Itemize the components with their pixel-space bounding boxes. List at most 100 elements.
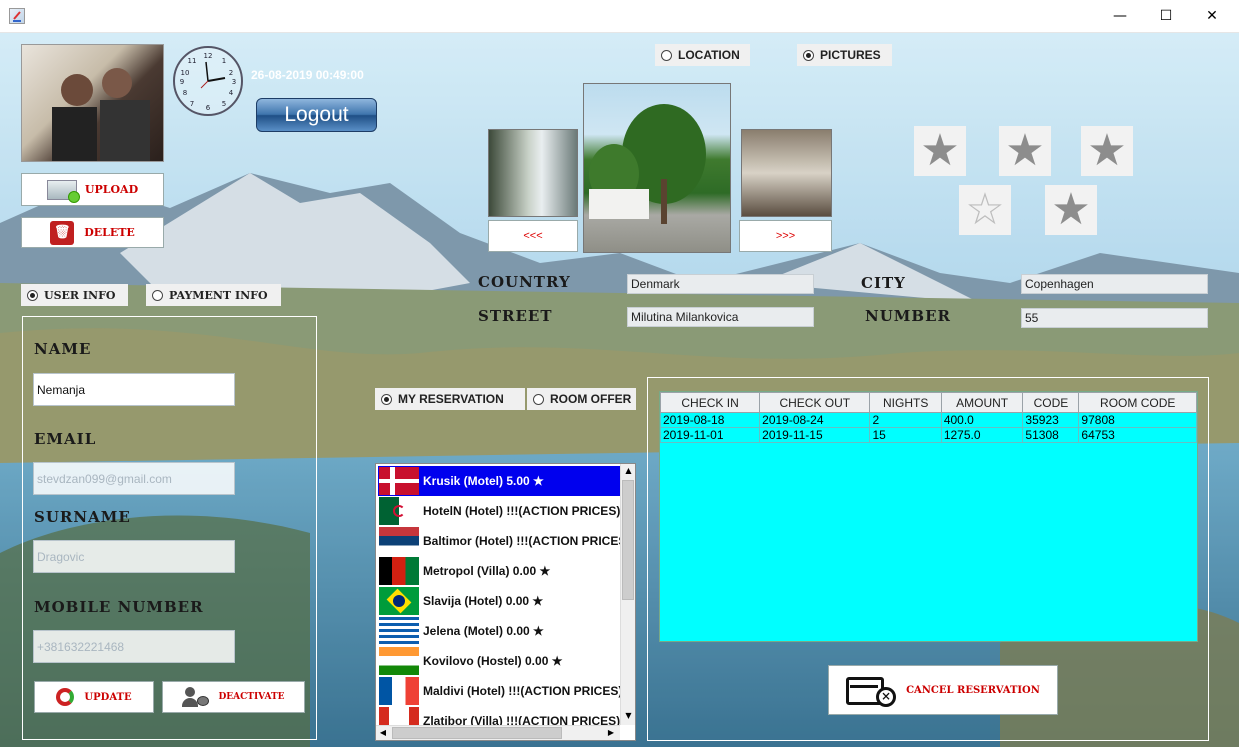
france-flag-icon — [379, 677, 419, 705]
scroll-left-arrow-icon[interactable]: ◀ — [376, 726, 390, 740]
rating-star-5-icon: ★ — [1045, 185, 1097, 235]
table-cell: 2 — [869, 412, 942, 428]
hotel-list-item-label: Baltimor (Hotel) !!!(ACTION PRICES — [423, 534, 620, 548]
payment-info-radio[interactable]: Payment info — [146, 284, 281, 306]
deactivate-button[interactable]: Deactivate — [162, 681, 305, 713]
scroll-up-arrow-icon[interactable]: ▲ — [621, 464, 636, 478]
table-row[interactable]: 2019-11-01 2019-11-15 15 1275.0 51308 64753 — [659, 427, 1197, 443]
table-cell: 1275.0 — [940, 427, 1024, 443]
update-button[interactable]: Update — [34, 681, 154, 713]
svg-text:6: 6 — [206, 104, 211, 112]
svg-text:11: 11 — [188, 57, 197, 65]
close-button[interactable]: ✕ — [1192, 5, 1232, 29]
scroll-thumb[interactable] — [622, 480, 634, 600]
trash-icon: 🗑 — [50, 220, 75, 245]
hotel-list: Krusik (Motel) 5.00 ★ HotelN (Hotel) !!!(… — [378, 466, 620, 725]
country-field: Denmark — [627, 274, 814, 294]
hotel-list-item[interactable]: Slavija (Hotel) 0.00 ★ — [378, 586, 620, 616]
name-field[interactable]: Nemanja — [33, 373, 235, 406]
hotel-list-item[interactable]: Maldivi (Hotel) !!!(ACTION PRICES)!!! — [378, 676, 620, 706]
table-cell: 400.0 — [940, 412, 1024, 428]
my-reservation-radio-dot — [381, 393, 392, 405]
hotel-list-item[interactable]: Baltimor (Hotel) !!!(ACTION PRICES — [378, 526, 620, 556]
location-radio-label: LOCATION — [678, 48, 740, 62]
user-remove-icon — [182, 687, 210, 707]
scroll-right-arrow-icon[interactable]: ▶ — [604, 726, 618, 740]
vertical-scrollbar[interactable]: ▲ ▼ — [620, 464, 635, 725]
hscroll-thumb[interactable] — [392, 727, 562, 739]
city-field: Copenhagen — [1021, 274, 1208, 294]
column-header[interactable]: CHECK IN — [659, 392, 761, 413]
hotel-list-item-label: Metropol (Villa) 0.00 ★ — [423, 564, 551, 578]
table-cell: 2019-08-24 — [759, 412, 871, 428]
column-header[interactable]: CODE — [1022, 392, 1080, 413]
table-cell: 2019-08-18 — [659, 412, 761, 428]
datetime-label: 26-08-2019 00:49:00 — [251, 68, 364, 82]
street-field: Milutina Milankovica — [627, 307, 814, 327]
analog-clock-icon: 12 1 2 3 4 5 6 7 8 9 10 11 — [173, 46, 243, 116]
table-row[interactable]: 2019-08-18 2019-08-24 2 400.0 35923 97808 — [659, 412, 1197, 428]
svg-text:10: 10 — [181, 69, 190, 77]
serbia-flag-icon — [379, 527, 419, 555]
rating-star-4-icon: ☆ — [959, 185, 1011, 235]
column-header[interactable]: ROOM CODE — [1078, 392, 1197, 413]
location-radio-dot — [661, 49, 672, 61]
gallery-prev-button[interactable]: <<< — [488, 220, 578, 252]
column-header[interactable]: CHECK OUT — [759, 392, 871, 413]
horizontal-scrollbar[interactable]: ◀ ▶ — [376, 725, 620, 740]
cancel-reservation-button[interactable]: × Cancel reservation — [828, 665, 1058, 715]
column-header[interactable]: NIGHTS — [869, 392, 942, 413]
user-info-radio[interactable]: User info — [21, 284, 128, 306]
rating-star-3-icon: ★ — [1081, 126, 1133, 176]
hotel-list-item-label: Maldivi (Hotel) !!!(ACTION PRICES)!!! — [423, 684, 620, 698]
hotel-list-item[interactable]: Metropol (Villa) 0.00 ★ — [378, 556, 620, 586]
surname-field[interactable]: Dragovic — [33, 540, 235, 573]
calendar-cancel-icon: × — [846, 673, 898, 707]
upload-label: Upload — [84, 183, 139, 196]
table-cell: 51308 — [1022, 427, 1080, 443]
user-info-radio-dot — [27, 289, 38, 301]
svg-text:12: 12 — [204, 52, 213, 60]
svg-text:3: 3 — [232, 78, 236, 86]
hotel-list-item-label: Jelena (Motel) 0.00 ★ — [423, 624, 544, 638]
minimize-button[interactable]: — — [1100, 5, 1140, 29]
maximize-button[interactable]: ☐ — [1146, 5, 1186, 29]
room-offer-label: ROOM OFFER — [550, 392, 632, 406]
pictures-radio[interactable]: PICTURES — [797, 44, 892, 66]
room-offer-radio[interactable]: ROOM OFFER — [527, 388, 636, 410]
hotel-list-item[interactable]: Kovilovo (Hostel) 0.00 ★ — [378, 646, 620, 676]
gallery-next-button[interactable]: >>> — [739, 220, 832, 252]
city-label: City — [861, 274, 906, 292]
mobile-number-field[interactable]: +381632221468 — [33, 630, 235, 663]
email-label: Email — [34, 430, 97, 448]
logout-button[interactable]: Logout — [256, 98, 377, 132]
hotel-list-item[interactable]: HotelN (Hotel) !!!(ACTION PRICES)!!! — [378, 496, 620, 526]
scroll-down-arrow-icon[interactable]: ▼ — [621, 709, 636, 723]
table-cell: 64753 — [1078, 427, 1197, 443]
delete-button[interactable]: 🗑 Delete — [21, 217, 164, 248]
hotel-list-item[interactable]: Jelena (Motel) 0.00 ★ — [378, 616, 620, 646]
payment-info-label: Payment info — [169, 288, 268, 302]
table-cell: 2019-11-01 — [659, 427, 761, 443]
hotel-list-item[interactable]: Zlatibor (Villa) !!!(ACTION PRICES)!!! — [378, 706, 620, 725]
hotel-list-item-label: Krusik (Motel) 5.00 ★ — [423, 474, 544, 488]
upload-button[interactable]: Upload — [21, 173, 164, 206]
hotel-list-panel: Krusik (Motel) 5.00 ★ HotelN (Hotel) !!!(… — [375, 463, 636, 741]
table-cell: 2019-11-15 — [759, 427, 871, 443]
email-field[interactable]: stevdzan099@gmail.com — [33, 462, 235, 495]
my-reservation-label: MY RESERVATION — [398, 392, 504, 406]
location-radio[interactable]: LOCATION — [655, 44, 750, 66]
user-info-label: User info — [44, 288, 116, 302]
gallery-prev-label: <<< — [523, 230, 543, 242]
hotel-list-item[interactable]: Krusik (Motel) 5.00 ★ — [378, 466, 620, 496]
my-reservation-radio[interactable]: MY RESERVATION — [375, 388, 525, 410]
payment-info-radio-dot — [152, 289, 163, 301]
column-header[interactable]: AMOUNT — [940, 392, 1024, 413]
room-offer-radio-dot — [533, 393, 544, 405]
reservation-table: CHECK IN CHECK OUT NIGHTS AMOUNT CODE ROOM CO… — [659, 392, 1197, 443]
name-label: Name — [34, 340, 92, 358]
rating-star-2-icon: ★ — [999, 126, 1051, 176]
greece-flag-icon — [379, 617, 419, 645]
gallery-next-label: >>> — [775, 230, 796, 242]
country-label: Country — [478, 273, 571, 291]
